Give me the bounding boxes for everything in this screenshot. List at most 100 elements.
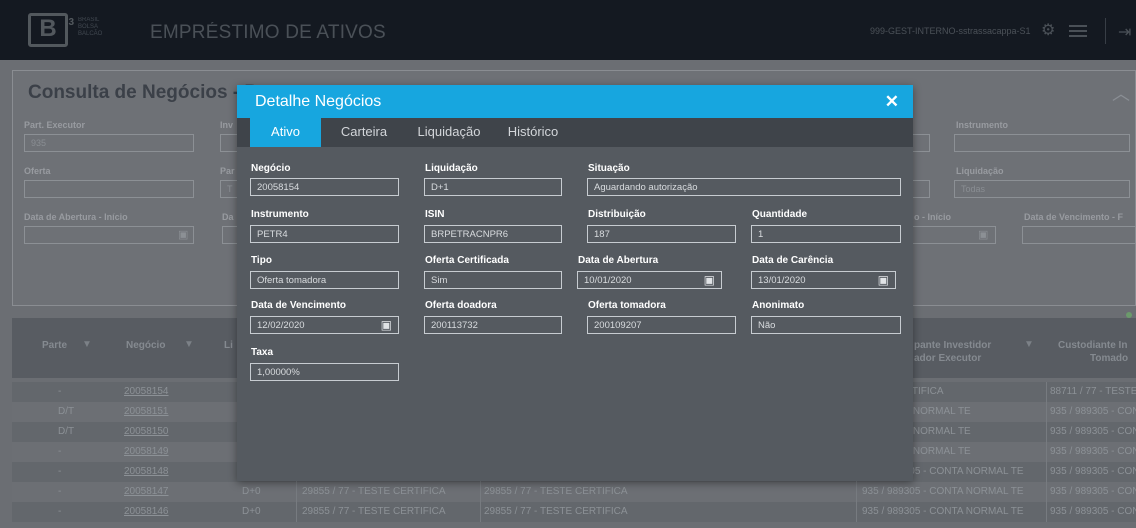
- cell-custodiante: 935 / 989305 - CON: [1050, 406, 1136, 417]
- filter-icon[interactable]: ▼: [184, 339, 194, 350]
- cell-custodiante: 935 / 989305 - CON: [1050, 446, 1136, 457]
- cell-parte: -: [58, 506, 62, 517]
- cell-parte: D/T: [58, 406, 75, 417]
- tipo-field[interactable]: Oferta tomadora: [250, 271, 399, 289]
- distribuicao-label: Distribuição: [588, 209, 646, 220]
- cell-participante: 935 / 989305 - CONTA NORMAL TE: [862, 506, 1024, 517]
- cell-investidor-doador: 29855 / 77 - TESTE CERTIFICA: [302, 486, 446, 497]
- data-vencimento-label: Data de Vencimento: [251, 300, 347, 311]
- situacao-label: Situação: [588, 163, 630, 174]
- modal-header: Detalhe Negócios ✕: [237, 85, 913, 118]
- col-li[interactable]: Li: [224, 340, 233, 351]
- oferta-tomadora-field[interactable]: 200109207: [587, 316, 736, 334]
- instrumento-input[interactable]: [954, 134, 1130, 152]
- quantidade-field[interactable]: 1: [751, 225, 901, 243]
- tab-ativo[interactable]: Ativo: [250, 118, 321, 147]
- mid-select[interactable]: [912, 180, 930, 198]
- cell-negocio-link[interactable]: 20058150: [124, 426, 169, 437]
- tipo-label: Tipo: [251, 255, 272, 266]
- cell-negocio-link[interactable]: 20058154: [124, 386, 169, 397]
- calendar-icon[interactable]: ▣: [878, 273, 889, 287]
- detalhe-negocios-modal: Detalhe Negócios ✕ Ativo Carteira Liquid…: [237, 85, 913, 481]
- table-row[interactable]: - 20058147 D+0 29855 / 77 - TESTE CERTIFICA…: [12, 482, 1136, 502]
- cell-participante: 935 / 989305 - CONTA NORMAL TE: [862, 486, 1024, 497]
- negocio-label: Negócio: [251, 163, 291, 174]
- part-executor-input[interactable]: 935: [24, 134, 194, 152]
- col-negocio[interactable]: Negócio: [126, 340, 165, 351]
- negocio-field[interactable]: 20058154: [250, 178, 399, 196]
- close-icon[interactable]: ✕: [885, 92, 899, 112]
- cell-negocio-link[interactable]: 20058151: [124, 406, 169, 417]
- filter-icon[interactable]: ▼: [82, 339, 92, 350]
- filter-icon[interactable]: ▼: [1024, 339, 1034, 350]
- data-vencimento-field[interactable]: 12/02/2020 ▣: [250, 316, 399, 334]
- liquidacao-field[interactable]: D+1: [424, 178, 562, 196]
- instrumento-field[interactable]: PETR4: [250, 225, 399, 243]
- cell-parte: -: [58, 466, 62, 477]
- part-executor-label: Part. Executor: [24, 120, 86, 130]
- abertura-inicio-input[interactable]: [24, 226, 194, 244]
- col-participante-2: ador Executor: [914, 353, 982, 364]
- cell-negocio-link[interactable]: 20058147: [124, 486, 169, 497]
- oferta-certificada-field[interactable]: Sim: [424, 271, 562, 289]
- cell-negocio-link[interactable]: 20058149: [124, 446, 169, 457]
- cell-custodiante: 935 / 989305 - CON: [1050, 426, 1136, 437]
- oferta-label: Oferta: [24, 166, 51, 176]
- isin-field[interactable]: BRPETRACNPR6: [424, 225, 562, 243]
- col-custodiante-1[interactable]: Custodiante In: [1058, 340, 1127, 351]
- calendar-icon[interactable]: ▣: [978, 228, 988, 241]
- distribuicao-field[interactable]: 187: [587, 225, 736, 243]
- isin-label: ISIN: [425, 209, 445, 220]
- data-carencia-value: 13/01/2020: [758, 275, 806, 286]
- oferta-certificada-label: Oferta Certificada: [425, 255, 509, 266]
- liquidacao-filter-label: Liquidação: [956, 166, 1004, 176]
- cell-custodiante: 935 / 989305 - CON: [1050, 506, 1136, 517]
- oferta-doadora-label: Oferta doadora: [425, 300, 497, 311]
- quantidade-label: Quantidade: [752, 209, 808, 220]
- calendar-icon[interactable]: ▣: [381, 318, 392, 332]
- inv-label: Inv: [220, 120, 234, 130]
- anonimato-label: Anonimato: [752, 300, 805, 311]
- calendar-icon[interactable]: ▣: [704, 273, 715, 287]
- oferta-tomadora-label: Oferta tomadora: [588, 300, 666, 311]
- cell-custodiante: 935 / 989305 - CON: [1050, 486, 1136, 497]
- da-label: Da: [222, 212, 234, 222]
- par-label: Par: [220, 166, 235, 176]
- col-parte[interactable]: Parte: [42, 340, 67, 351]
- taxa-field[interactable]: 1,00000%: [250, 363, 399, 381]
- cell-liquidacao: D+0: [242, 506, 261, 517]
- situacao-field[interactable]: Aguardando autorização: [587, 178, 901, 196]
- cell-parte: -: [58, 486, 62, 497]
- mid-input[interactable]: [912, 134, 930, 152]
- modal-tabs: Ativo Carteira Liquidação Histórico: [237, 118, 913, 147]
- calendar-icon[interactable]: ▣: [178, 228, 188, 241]
- taxa-label: Taxa: [251, 347, 274, 358]
- abertura-inicio-label: Data de Abertura - Início: [24, 212, 128, 222]
- liquidacao-select[interactable]: Todas: [954, 180, 1130, 198]
- data-carencia-field[interactable]: 13/01/2020 ▣: [751, 271, 896, 289]
- tab-liquidacao[interactable]: Liquidação: [407, 118, 491, 147]
- cell-negocio-link[interactable]: 20058146: [124, 506, 169, 517]
- table-row[interactable]: - 20058146 D+0 29855 / 77 - TESTE CERTIFICA…: [12, 502, 1136, 522]
- cell-investidor-doador: 29855 / 77 - TESTE CERTIFICA: [302, 506, 446, 517]
- vencimento-fim-input[interactable]: [1022, 226, 1136, 244]
- tab-historico[interactable]: Histórico: [499, 118, 567, 147]
- liquidacao-label: Liquidação: [425, 163, 478, 174]
- tab-carteira[interactable]: Carteira: [332, 118, 396, 147]
- chevron-up-icon[interactable]: ︿: [1112, 80, 1130, 106]
- o-inicio-label: o - Início: [914, 212, 951, 222]
- data-vencimento-value: 12/02/2020: [257, 320, 305, 331]
- cell-liquidacao: D+0: [242, 486, 261, 497]
- cell-parte: -: [58, 446, 62, 457]
- col-participante-1[interactable]: pante Investidor: [914, 340, 991, 351]
- data-abertura-field[interactable]: 10/01/2020 ▣: [577, 271, 722, 289]
- col-custodiante-2: Tomado: [1090, 353, 1129, 364]
- instrumento-label: Instrumento: [251, 209, 309, 220]
- cell-parte: D/T: [58, 426, 75, 437]
- oferta-doadora-field[interactable]: 200113732: [424, 316, 562, 334]
- cell-negocio-link[interactable]: 20058148: [124, 466, 169, 477]
- oferta-input[interactable]: [24, 180, 194, 198]
- anonimato-field[interactable]: Não: [751, 316, 901, 334]
- vencimento-fim-label: Data de Vencimento - F: [1024, 212, 1124, 222]
- page-title: Consulta de Negócios - P: [28, 82, 258, 103]
